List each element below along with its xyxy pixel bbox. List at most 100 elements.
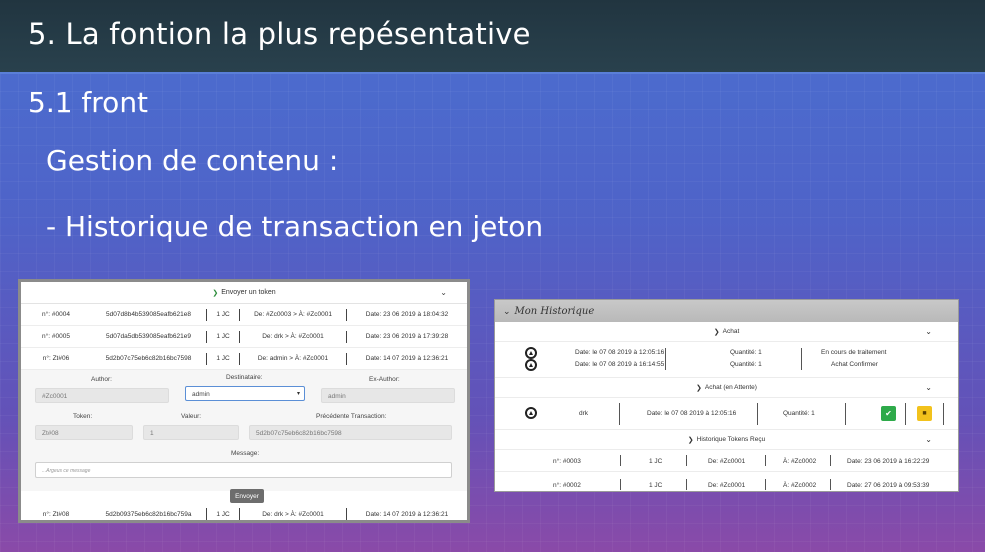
send-token-screenshot: ❯ Envoyer un token ⌄ n°: #0004 5d07d8b4b…: [18, 279, 470, 523]
chevron-right-icon: ❯: [687, 436, 694, 444]
avatar: [525, 347, 537, 359]
table-row: n°: #0004 5d07d8b4b539085eafb621e8 1 JC …: [21, 304, 467, 326]
token-value: 1 JC: [649, 482, 663, 489]
token-to: À: #Zc0002: [783, 458, 817, 465]
tx-number: n°: #0004: [42, 311, 70, 318]
collapse-chevron-icon[interactable]: ⌄: [503, 306, 511, 317]
chevron-down-icon[interactable]: ⌄: [925, 435, 932, 444]
slide-title: 5. La fontion la plus repésentative: [28, 17, 531, 51]
tx-hash: 5d07d8b4b539085eafb621e8: [106, 311, 191, 318]
accordion-label: Envoyer un token: [221, 289, 276, 296]
previous-transaction-label: Précédente Transaction:: [316, 413, 387, 420]
chevron-right-icon: ❯: [713, 328, 720, 336]
check-icon: ✔: [885, 409, 892, 418]
tx-direction: De: #Zc0003 > À: #Zc0001: [254, 311, 332, 318]
table-row: n°: #0002 1 JC De: #Zc0001 À: #Zc0002 Da…: [495, 474, 958, 491]
history-screenshot: ⌄ Mon Historique ❯ Achat ⌄ Date: le 07 0…: [494, 299, 959, 492]
achat-qty-2: Quantité: 1: [730, 361, 762, 368]
token-to: À: #Zc0002: [783, 482, 817, 489]
divider: [757, 403, 758, 425]
attente-qty: Quantité: 1: [783, 410, 815, 417]
chevron-right-icon: ❯: [212, 289, 219, 297]
table-row: n°: #0003 1 JC De: #Zc0001 À: #Zc0002 Da…: [495, 450, 958, 472]
valeur-label: Valeur:: [181, 413, 202, 420]
tx-direction: De: drk > À: #Zc0001: [262, 510, 324, 518]
divider: [765, 479, 766, 490]
tx-hash: 5d07da5db539085eafb621e9: [106, 333, 191, 340]
message-input[interactable]: ...Argeus ce message: [35, 462, 452, 478]
achat-row: Date: le 07 08 2019 à 12:05:16 Date: le …: [495, 342, 958, 378]
divider: [665, 348, 666, 370]
tx-number: n°: #0005: [42, 333, 70, 340]
tx-hash: 5d2b09375eb6c82b16bc759a: [105, 510, 192, 518]
avatar: [525, 359, 537, 371]
destinataire-value: admin: [192, 391, 210, 398]
previous-transaction-field[interactable]: 5d2b07c75eb6c82b16bc7598: [249, 425, 452, 440]
confirm-button[interactable]: ✔: [881, 406, 896, 421]
tx-date: Date: 14 07 2019 à 12:36:21: [365, 355, 449, 362]
destinataire-select[interactable]: admin ▾: [185, 386, 305, 401]
tx-date: Date: 23 06 2019 à 18:04:32: [365, 311, 449, 318]
divider: [620, 479, 621, 490]
divider: [830, 455, 831, 466]
select-caret-icon: ▾: [296, 391, 300, 397]
achat-status-2: Achat Confirmer: [831, 361, 878, 368]
token-number: n°: #0003: [553, 458, 581, 465]
divider: [905, 403, 906, 425]
tx-direction: De: admin > À: #Zc0001: [257, 355, 329, 362]
chevron-down-icon[interactable]: ⌄: [925, 327, 932, 336]
tx-value: 1 JC: [216, 510, 230, 518]
table-row: n°: Zt#08 5d2b09375eb6c82b16bc759a 1 JC …: [21, 503, 467, 520]
content-bullet: - Historique de transaction en jeton: [46, 210, 544, 243]
divider: [686, 455, 687, 466]
achat-status-1: En cours de traitement: [821, 349, 887, 356]
tx-value: 1 JC: [216, 333, 230, 340]
achat-en-attente-accordion[interactable]: ❯ Achat (en Attente) ⌄: [495, 378, 958, 398]
divider: [830, 479, 831, 490]
achat-en-attente-row: drk Date: le 07 08 2019 à 12:05:16 Quant…: [495, 398, 958, 430]
attente-name: drk: [579, 410, 589, 417]
tokens-received-accordion[interactable]: ❯ Historique Tokens Reçu ⌄: [495, 430, 958, 450]
valeur-field[interactable]: 1: [143, 425, 239, 440]
divider: [943, 403, 944, 425]
divider: [619, 403, 620, 425]
tx-date: Date: 14 07 2019 à 12:36:21: [365, 510, 449, 518]
achat-date-1: Date: le 07 08 2019 à 12:05:16: [575, 349, 665, 356]
tokens-received-table: n°: #0003 1 JC De: #Zc0001 À: #Zc0002 Da…: [495, 450, 958, 491]
attente-date: Date: le 07 08 2019 à 12:05:16: [647, 410, 737, 417]
token-date: Date: 27 06 2019 à 09:53:39: [847, 482, 930, 489]
avatar: [525, 407, 537, 419]
send-token-accordion[interactable]: ❯ Envoyer un token ⌄: [21, 282, 467, 304]
divider: [845, 403, 846, 425]
history-title: Mon Historique: [514, 305, 595, 317]
token-number: n°: #0002: [553, 482, 581, 489]
token-value: 1 JC: [649, 458, 663, 465]
token-label: Token:: [73, 413, 93, 420]
divider: [686, 479, 687, 490]
achat-accordion[interactable]: ❯ Achat ⌄: [495, 322, 958, 342]
chevron-down-icon[interactable]: ⌄: [440, 288, 447, 297]
author-label: Author:: [91, 376, 112, 383]
send-button[interactable]: Envoyer: [230, 489, 264, 503]
divider: [765, 455, 766, 466]
tx-direction: De: drk > À: #Zc0001: [262, 333, 324, 340]
token-from: De: #Zc0001: [708, 482, 746, 489]
send-token-form: Author: Destinataire: Ex-Author: #Zc0001…: [21, 370, 467, 491]
trash-icon: ■: [922, 410, 927, 417]
table-row: n°: Zt#06 5d2b07c75eb6c82b16bc7598 1 JC …: [21, 348, 467, 370]
delete-button[interactable]: ■: [917, 406, 932, 421]
title-bar: 5. La fontion la plus repésentative: [0, 0, 985, 74]
table-row: n°: #0005 5d07da5db539085eafb621e9 1 JC …: [21, 326, 467, 348]
content-heading: Gestion de contenu :: [46, 144, 339, 177]
achat-date-2: Date: le 07 08 2019 à 16:14:55: [575, 361, 665, 368]
achat-label: Achat: [722, 328, 740, 335]
ex-author-label: Ex-Author:: [369, 376, 400, 383]
history-header: ⌄ Mon Historique: [495, 300, 958, 322]
author-field[interactable]: #Zc0001: [35, 388, 169, 403]
chevron-down-icon[interactable]: ⌄: [925, 383, 932, 392]
divider: [801, 348, 802, 370]
tx-hash: 5d2b07c75eb6c82b16bc7598: [105, 355, 192, 362]
divider: [620, 455, 621, 466]
token-field[interactable]: Zt#08: [35, 425, 133, 440]
ex-author-field[interactable]: admin: [321, 388, 455, 403]
